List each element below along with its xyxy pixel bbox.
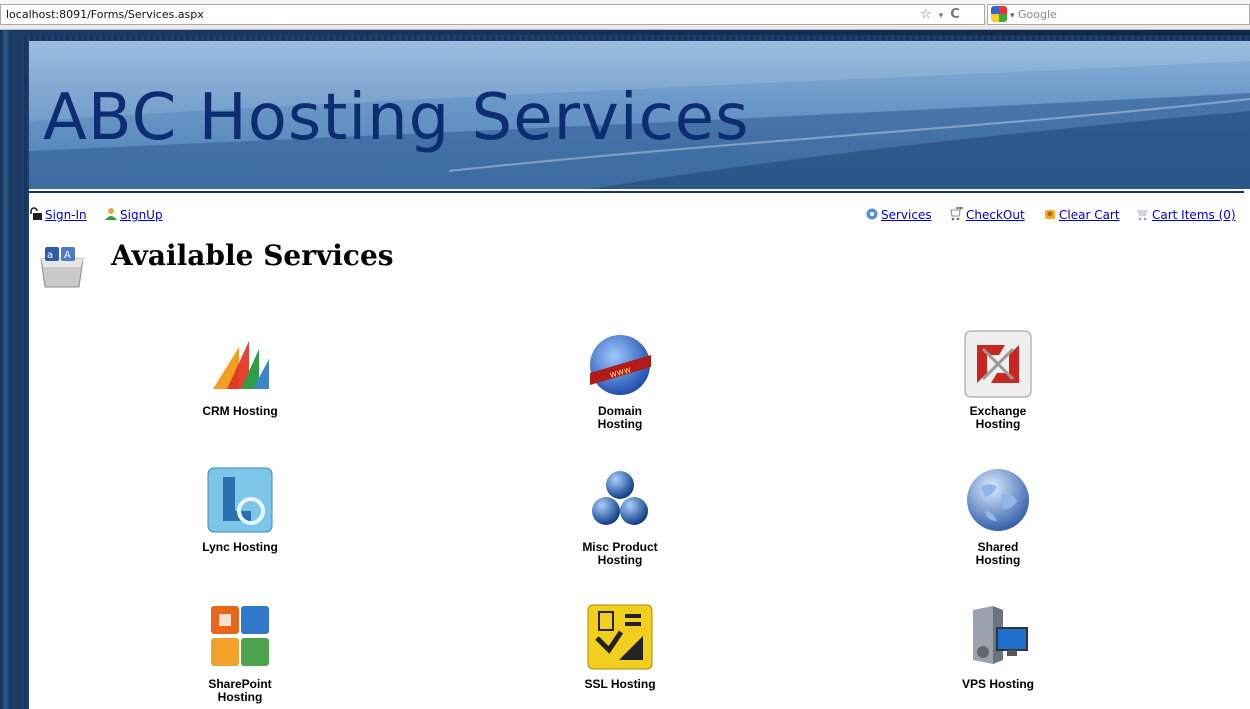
services-link[interactable]: Services bbox=[881, 208, 932, 222]
service-label: CRM Hosting bbox=[202, 404, 278, 418]
service-tile-domain[interactable]: www Domain Hosting bbox=[545, 329, 695, 431]
cart-arrow-icon bbox=[950, 207, 964, 221]
bookmark-star-icon[interactable]: ☆ bbox=[920, 7, 932, 22]
user-add-icon bbox=[105, 208, 117, 220]
search-placeholder: Google bbox=[1018, 8, 1057, 21]
signin-link[interactable]: Sign-In bbox=[45, 208, 87, 222]
misc-spheres-icon bbox=[592, 471, 648, 525]
service-label-line2: Hosting bbox=[597, 417, 643, 431]
reload-icon[interactable]: C bbox=[950, 7, 960, 22]
service-tile-misc[interactable]: Misc Product Hosting bbox=[545, 465, 695, 567]
domain-globe-icon: www bbox=[590, 335, 651, 395]
service-label: VPS Hosting bbox=[961, 677, 1034, 691]
dropdown-arrow-icon[interactable]: ▾ bbox=[939, 11, 944, 21]
service-tile-ssl[interactable]: SSL Hosting bbox=[545, 602, 695, 691]
site-title: ABC Hosting Services bbox=[43, 81, 750, 155]
clear-cart-link[interactable]: Clear Cart bbox=[1059, 208, 1120, 222]
search-box[interactable]: ▾ Google bbox=[987, 4, 1250, 25]
address-bar[interactable]: localhost:8091/Forms/Services.aspx bbox=[0, 4, 985, 25]
service-tile-shared[interactable]: Shared Hosting bbox=[923, 465, 1073, 567]
services-box-icon: a A bbox=[40, 247, 84, 288]
clear-cart-link-item[interactable]: Clear Cart bbox=[1043, 207, 1120, 222]
signup-link-item[interactable]: SignUp bbox=[104, 207, 163, 222]
padlock-icon bbox=[30, 207, 42, 220]
vps-server-icon bbox=[973, 606, 1028, 664]
nav-toolbar: Sign-In SignUp Services CheckOut Clear C… bbox=[29, 207, 1250, 225]
clear-cart-icon bbox=[1045, 210, 1055, 219]
svg-text:A: A bbox=[64, 250, 71, 261]
service-label-line2: Hosting bbox=[217, 690, 263, 704]
service-tile-exchange[interactable]: Exchange Hosting bbox=[923, 329, 1073, 431]
cart-icon bbox=[1137, 210, 1148, 221]
sharepoint-icon bbox=[211, 606, 269, 666]
page-content: ABC Hosting Services Sign-In SignUp Serv… bbox=[29, 41, 1250, 709]
browser-toolbar: localhost:8091/Forms/Services.aspx ☆ ▾ C ▾… bbox=[0, 0, 1250, 30]
gear-icon bbox=[866, 208, 878, 220]
service-label-line2: Hosting bbox=[597, 553, 643, 567]
service-tile-sharepoint[interactable]: SharePoint Hosting bbox=[165, 602, 315, 704]
url-controls: ☆ ▾ C bbox=[920, 7, 967, 22]
service-tile-lync[interactable]: Lync Hosting bbox=[165, 465, 315, 554]
google-logo-icon bbox=[991, 6, 1007, 22]
service-tile-crm[interactable]: CRM Hosting bbox=[165, 329, 315, 418]
checkout-link-item[interactable]: CheckOut bbox=[950, 207, 1025, 222]
ssl-icon bbox=[587, 604, 653, 670]
cart-items-link[interactable]: Cart Items (0) bbox=[1152, 208, 1236, 222]
signin-link-item[interactable]: Sign-In bbox=[29, 207, 87, 222]
service-label-line2: Hosting bbox=[975, 417, 1021, 431]
crm-icon bbox=[213, 341, 269, 389]
service-tile-vps[interactable]: VPS Hosting bbox=[923, 602, 1073, 691]
page-title: Available Services bbox=[111, 239, 394, 272]
header-banner: ABC Hosting Services bbox=[29, 41, 1250, 189]
header-divider bbox=[29, 191, 1244, 193]
service-label: Lync Hosting bbox=[202, 540, 278, 554]
exchange-icon bbox=[964, 330, 1032, 398]
search-engine-dropdown-icon[interactable]: ▾ bbox=[1010, 11, 1015, 21]
service-label: SSL Hosting bbox=[584, 677, 656, 691]
lync-icon bbox=[207, 467, 273, 533]
checkout-link[interactable]: CheckOut bbox=[966, 208, 1025, 222]
svg-text:a: a bbox=[47, 250, 53, 261]
cart-items-link-item[interactable]: Cart Items (0) bbox=[1136, 207, 1236, 222]
services-link-item[interactable]: Services bbox=[865, 207, 932, 222]
service-label-line2: Hosting bbox=[975, 553, 1021, 567]
signup-link[interactable]: SignUp bbox=[120, 208, 163, 222]
shared-globe-icon bbox=[967, 469, 1029, 531]
